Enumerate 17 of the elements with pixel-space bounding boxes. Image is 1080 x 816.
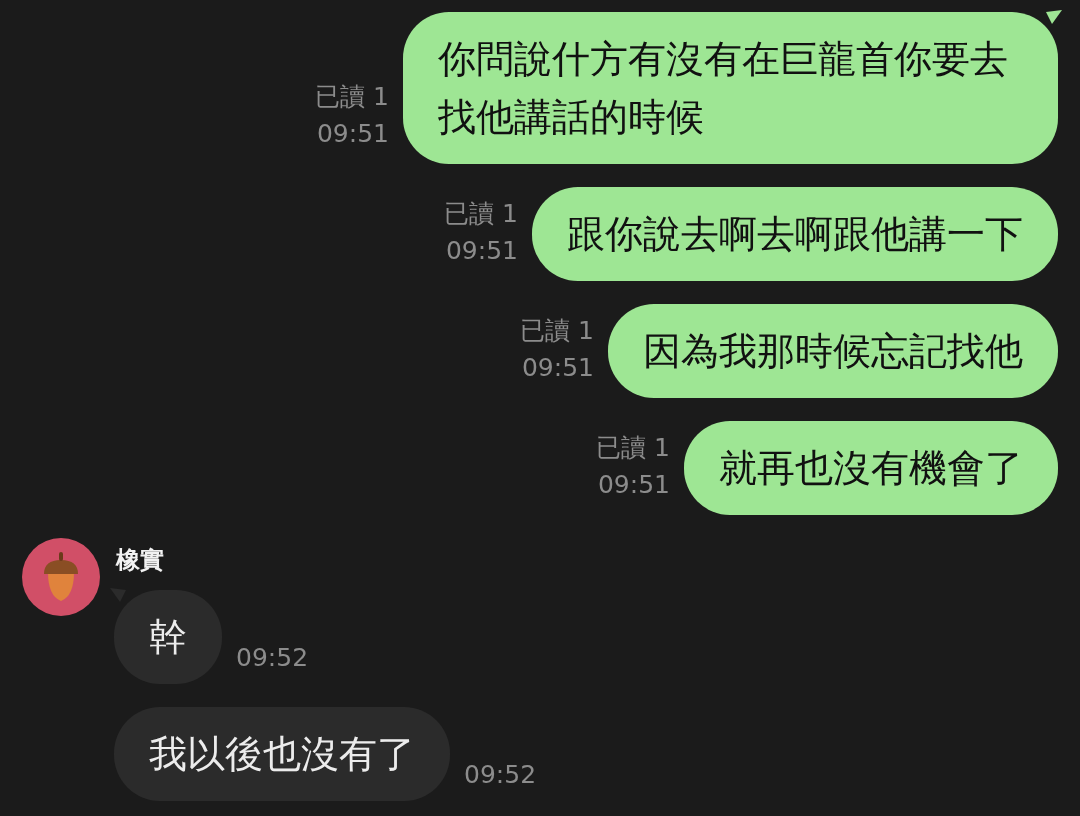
avatar-icon[interactable] xyxy=(22,538,100,616)
message-time: 09:51 xyxy=(521,352,594,384)
message-bubble: 因為我那時候忘記找他 xyxy=(608,304,1058,398)
message-time: 09:52 xyxy=(236,642,309,674)
message-bubble: 跟你說去啊去啊跟他講一下 xyxy=(532,187,1058,281)
message-time: 09:51 xyxy=(316,118,389,150)
read-receipt: 已讀 1 xyxy=(444,198,518,230)
message-bubble: 就再也沒有機會了 xyxy=(684,421,1058,515)
read-receipt: 已讀 1 xyxy=(596,432,670,464)
message-bubble: 我以後也沒有了 xyxy=(114,707,450,801)
message-time: 09:51 xyxy=(445,235,518,267)
sender-name: 橡實 xyxy=(116,545,165,576)
bubble-tail xyxy=(1046,10,1062,24)
read-receipt: 已讀 1 xyxy=(520,315,594,347)
message-time: 09:52 xyxy=(464,759,537,791)
read-receipt: 已讀 1 xyxy=(315,81,389,113)
message-time: 09:51 xyxy=(597,469,670,501)
